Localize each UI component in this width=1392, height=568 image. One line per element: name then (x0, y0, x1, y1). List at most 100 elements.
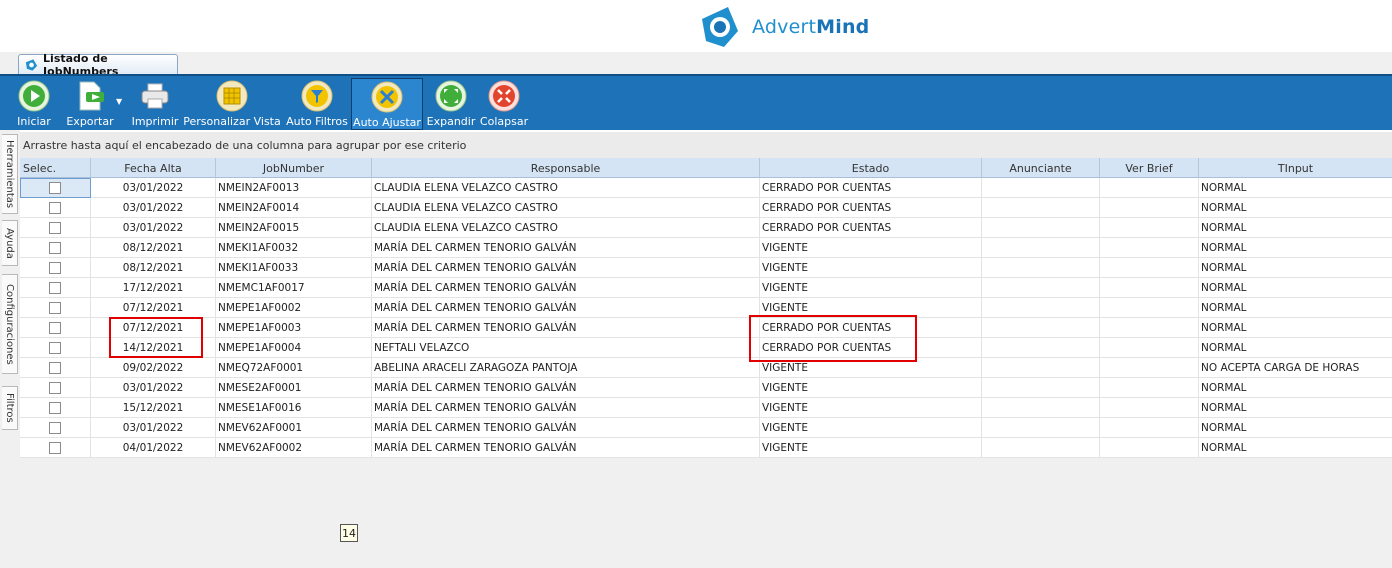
selec-cell[interactable] (20, 338, 91, 358)
selec-cell[interactable] (20, 178, 91, 198)
tinput-cell: NORMAL (1201, 242, 1247, 254)
table-row[interactable]: 03/01/2022 NMEV62AF0001 MARÍA DEL CARMEN T… (20, 418, 1392, 438)
selec-cell[interactable] (20, 198, 91, 218)
row-select-checkbox[interactable] (49, 422, 61, 434)
row-select-checkbox[interactable] (49, 262, 61, 274)
tinput-cell: NORMAL (1201, 382, 1247, 394)
selec-cell[interactable] (20, 318, 91, 338)
table-row[interactable]: 07/12/2021 NMEPE1AF0002 MARÍA DEL CARMEN T… (20, 298, 1392, 318)
colapsar-button[interactable]: Colapsar (480, 78, 528, 130)
selec-cell[interactable] (20, 278, 91, 298)
row-select-checkbox[interactable] (49, 322, 61, 334)
fecha-alta-cell: 04/01/2022 (91, 438, 216, 458)
fecha-alta-cell: 17/12/2021 (91, 278, 216, 298)
table-row[interactable]: 08/12/2021 NMEKI1AF0033 MARÍA DEL CARMEN T… (20, 258, 1392, 278)
export-icon (79, 81, 104, 111)
responsable-cell: MARÍA DEL CARMEN TENORIO GALVÁN (372, 418, 760, 438)
responsable-cell: MARÍA DEL CARMEN TENORIO GALVÁN (372, 278, 760, 298)
side-tab-configuraciones[interactable]: Configuraciones (2, 274, 18, 374)
table-row[interactable]: 17/12/2021 NMEMC1AF0017 MARÍA DEL CARMEN T… (20, 278, 1392, 298)
tab-listado-jobnumbers[interactable]: Listado de JobNumbers (18, 52, 178, 78)
row-select-checkbox[interactable] (49, 302, 61, 314)
selec-cell[interactable] (20, 218, 91, 238)
row-select-checkbox[interactable] (49, 382, 61, 394)
jobnumber-cell: NMEMC1AF0017 (216, 278, 372, 298)
row-select-checkbox[interactable] (49, 342, 61, 354)
column-header-fecha-alta[interactable]: Fecha Alta (91, 158, 216, 178)
jobnumber-cell: NMEV62AF0001 (216, 418, 372, 438)
ver-brief-cell (1100, 398, 1199, 418)
estado-cell: CERRADO POR CUENTAS (760, 318, 982, 338)
estado-cell: CERRADO POR CUENTAS (760, 338, 982, 358)
jobnumber-cell: NMEIN2AF0015 (216, 218, 372, 238)
row-select-checkbox[interactable] (49, 402, 61, 414)
selec-cell[interactable] (20, 258, 91, 278)
fecha-alta-cell: 03/01/2022 (91, 198, 216, 218)
auto-filtros-button[interactable]: Auto Filtros (286, 78, 348, 130)
table-row[interactable]: 03/01/2022 NMEIN2AF0014 CLAUDIA ELENA VELA… (20, 198, 1392, 218)
anunciante-cell (982, 338, 1100, 358)
selec-cell[interactable] (20, 378, 91, 398)
jobnumber-cell: NMEV62AF0002 (216, 438, 372, 458)
jobnumber-cell: NMEIN2AF0014 (216, 198, 372, 218)
table-row[interactable]: 03/01/2022 NMESE2AF0001 MARÍA DEL CARMEN T… (20, 378, 1392, 398)
iniciar-button[interactable]: Iniciar (14, 78, 54, 130)
document-tabstrip: Listado de JobNumbers (0, 52, 1392, 78)
column-header-selec[interactable]: Selec. (20, 158, 91, 178)
anunciante-cell (982, 318, 1100, 338)
row-select-checkbox[interactable] (49, 442, 61, 454)
side-tab-filtros[interactable]: Filtros (2, 386, 18, 430)
anunciante-cell (982, 378, 1100, 398)
jobnumber-cell: NMEIN2AF0013 (216, 178, 372, 198)
row-select-checkbox[interactable] (49, 202, 61, 214)
selec-cell[interactable] (20, 238, 91, 258)
jobnumber-cell: NMEQ72AF0001 (216, 358, 372, 378)
tinput-cell: NORMAL (1201, 322, 1247, 334)
row-select-checkbox[interactable] (49, 362, 61, 374)
table-row[interactable]: 09/02/2022 NMEQ72AF0001 ABELINA ARACELI ZA… (20, 358, 1392, 378)
imprimir-button[interactable]: Imprimir (130, 78, 180, 130)
selec-cell[interactable] (20, 358, 91, 378)
column-header-jobnumber[interactable]: JobNumber (216, 158, 372, 178)
personalizar-vista-button[interactable]: Personalizar Vista (183, 78, 281, 130)
selec-cell[interactable] (20, 418, 91, 438)
table-row[interactable]: 08/12/2021 NMEKI1AF0032 MARÍA DEL CARMEN T… (20, 238, 1392, 258)
row-select-checkbox[interactable] (49, 222, 61, 234)
side-tab-ayuda[interactable]: Ayuda (2, 220, 18, 266)
column-header-responsable[interactable]: Responsable (372, 158, 760, 178)
group-by-panel[interactable]: Arrastre hasta aquí el encabezado de una… (20, 132, 1392, 158)
tinput-cell: NORMAL (1201, 302, 1247, 314)
row-select-checkbox[interactable] (49, 242, 61, 254)
brand-name: AdvertMind (752, 16, 870, 38)
expandir-button[interactable]: Expandir (427, 78, 475, 130)
exportar-button[interactable]: Exportar (64, 78, 116, 130)
row-select-checkbox[interactable] (49, 182, 61, 194)
ver-brief-cell (1100, 178, 1199, 198)
table-row[interactable]: 04/01/2022 NMEV62AF0002 MARÍA DEL CARMEN T… (20, 438, 1392, 458)
responsable-cell: MARÍA DEL CARMEN TENORIO GALVÁN (372, 318, 760, 338)
column-header-anunciante[interactable]: Anunciante (982, 158, 1100, 178)
row-select-checkbox[interactable] (49, 282, 61, 294)
jobnumber-cell: NMESE2AF0001 (216, 378, 372, 398)
table-row[interactable]: 03/01/2022 NMEIN2AF0015 CLAUDIA ELENA VELA… (20, 218, 1392, 238)
auto-ajustar-button[interactable]: Auto Ajustar (351, 78, 423, 130)
jobnumber-cell: NMEPE1AF0002 (216, 298, 372, 318)
main-toolbar: Iniciar Exportar ▼ Imprimir Personalizar… (0, 74, 1392, 130)
column-header-ver-brief[interactable]: Ver Brief (1100, 158, 1199, 178)
table-row[interactable]: 15/12/2021 NMESE1AF0016 MARÍA DEL CARMEN T… (20, 398, 1392, 418)
selec-cell[interactable] (20, 398, 91, 418)
selec-cell[interactable] (20, 438, 91, 458)
table-row[interactable]: 03/01/2022 NMEIN2AF0013 CLAUDIA ELENA VELA… (20, 178, 1392, 198)
app-logo-icon (25, 58, 38, 71)
exportar-dropdown-arrow[interactable]: ▼ (116, 98, 124, 106)
anunciante-cell (982, 258, 1100, 278)
fecha-alta-cell: 03/01/2022 (91, 418, 216, 438)
column-header-tinput[interactable]: TInput (1199, 158, 1392, 178)
jobnumber-cell: NMEPE1AF0003 (216, 318, 372, 338)
table-row[interactable]: 07/12/2021 NMEPE1AF0003 MARÍA DEL CARMEN T… (20, 318, 1392, 338)
side-tab-herramientas[interactable]: Herramientas (2, 134, 18, 214)
jobnumbers-grid: Selec. Fecha Alta JobNumber Responsable … (20, 158, 1392, 568)
selec-cell[interactable] (20, 298, 91, 318)
table-row[interactable]: 14/12/2021 NMEPE1AF0004 NEFTALI VELAZCO CER… (20, 338, 1392, 358)
column-header-estado[interactable]: Estado (760, 158, 982, 178)
